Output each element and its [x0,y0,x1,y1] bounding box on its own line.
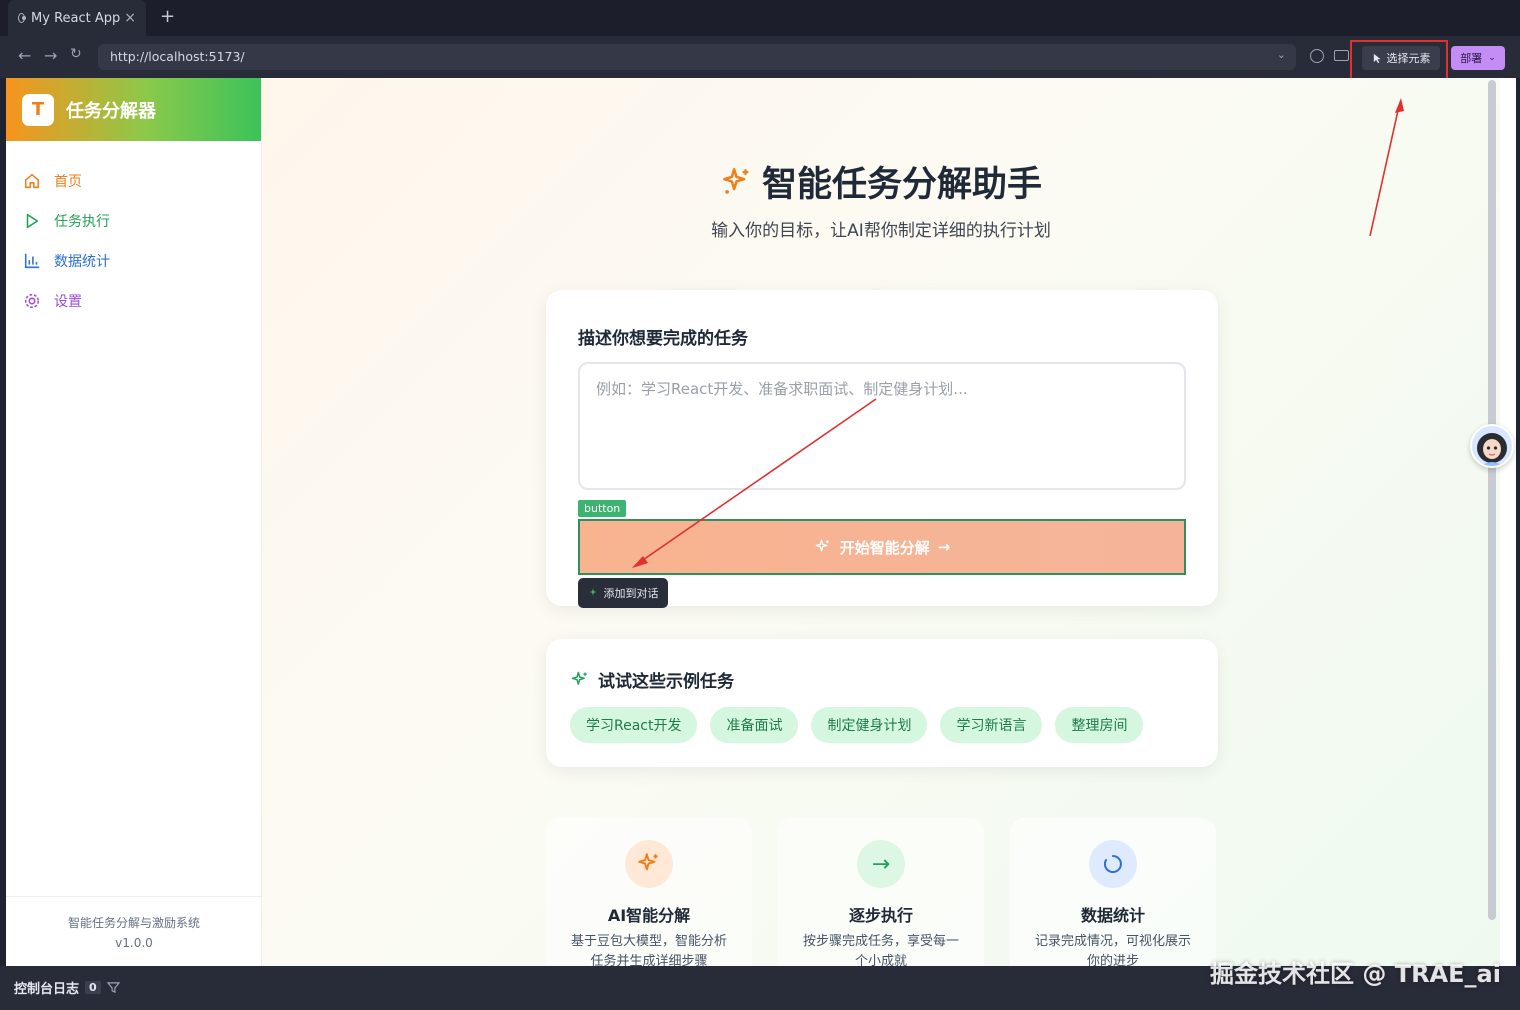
tab-close-icon[interactable]: × [124,10,136,26]
watermark: 掘金技术社区 @ TRAE_ai [1210,960,1501,988]
feature-card-stats: 数据统计 记录完成情况，可视化展示你的进步 [1010,818,1216,966]
sidebar-item-label: 数据统计 [54,254,110,270]
brand-header: T 任务分解器 [6,78,261,141]
start-decompose-button[interactable]: 开始智能分解 → [578,519,1186,575]
gear-icon [22,291,42,311]
example-chip[interactable]: 准备面试 [710,707,799,743]
brand-name: 任务分解器 [66,100,156,122]
app-description: 智能任务分解与激励系统 [67,916,200,930]
feature-title: 逐步执行 [848,906,913,925]
feature-desc: 基于豆包大模型，智能分析任务并生成详细步骤 [570,934,727,966]
forward-arrow-icon[interactable]: → [44,46,57,65]
brand-logo: T [22,93,54,126]
sidebar-item-settings[interactable]: 设置 [6,281,261,321]
filter-icon[interactable] [106,981,120,994]
sidebar-item-home[interactable]: 首页 [6,161,261,201]
task-input-title: 描述你想要完成的任务 [578,329,748,349]
sidebar-item-label: 设置 [54,294,82,310]
arrow-right-icon: → [937,538,951,556]
sparkle-icon [625,840,673,888]
play-icon [22,211,42,231]
page-viewport: T 任务分解器 首页 任务执行 数据统计 设置 智能任务分解与激励系统 v1.0… [6,78,1516,966]
highlight-box [1350,40,1448,83]
url-input[interactable]: http://localhost:5173/ ⌄ [98,44,1296,70]
tab-title: My React App [31,10,121,26]
task-input-card: 描述你想要完成的任务 例如：学习React开发、准备求职面试、制定健身计划...… [546,290,1218,608]
console-count-badge: 0 [85,981,101,994]
feature-desc: 按步骤完成任务，享受每一个小成就 [802,934,959,966]
example-chip[interactable]: 学习新语言 [940,707,1043,743]
browser-tab-bar: My React App × + [0,0,1520,36]
example-chips: 学习React开发 准备面试 制定健身计划 学习新语言 整理房间 [570,707,1144,743]
sidebar-footer: 智能任务分解与激励系统 v1.0.0 [6,896,262,966]
arrow-right-icon: → [857,840,905,888]
deploy-button[interactable]: 部署 ⌄ [1451,46,1505,70]
url-text: http://localhost:5173/ [110,49,245,64]
examples-title: 试试这些示例任务 [570,667,734,692]
element-type-tag: button [578,500,627,517]
feature-title: AI智能分解 [607,906,691,925]
feature-title: 数据统计 [1080,906,1145,925]
eye-icon [18,13,27,23]
back-arrow-icon[interactable]: ← [18,46,31,65]
chevron-down-icon: ⌄ [1488,53,1496,63]
feature-desc: 记录完成情况，可视化展示你的进步 [1034,934,1191,966]
feature-card-exec: → 逐步执行 按步骤完成任务，享受每一个小成就 [778,818,984,966]
new-tab-button[interactable]: + [160,6,175,27]
hero-title: 智能任务分解助手 [262,156,1500,207]
sparkle-icon [571,671,587,685]
chevron-down-icon[interactable]: ⌄ [1277,48,1286,61]
examples-card: 试试这些示例任务 学习React开发 准备面试 制定健身计划 学习新语言 整理房… [546,639,1218,767]
sparkle-icon [722,167,749,194]
home-icon [22,171,42,191]
device-icon[interactable] [1334,50,1349,61]
sidebar-nav: 首页 任务执行 数据统计 设置 [6,161,261,321]
sparkle-icon [815,539,829,552]
example-chip[interactable]: 制定健身计划 [811,707,928,743]
bar-chart-icon [22,251,42,271]
hero-title-text: 智能任务分解助手 [761,165,1042,205]
hero-subtitle: 输入你的目标，让AI帮你制定详细的执行计划 [711,221,1051,241]
sidebar: T 任务分解器 首页 任务执行 数据统计 设置 智能任务分解与激励系统 v1.0… [6,78,262,966]
console-log-toggle[interactable]: 控制台日志 0 [14,978,120,997]
add-to-chat-label: 添加到对话 [603,587,659,600]
example-chip[interactable]: 学习React开发 [570,707,698,743]
sidebar-item-label: 首页 [54,174,82,190]
app-version: v1.0.0 [115,936,153,950]
refresh-icon [1089,840,1137,888]
sidebar-item-label: 任务执行 [54,214,110,230]
console-label: 控制台日志 [14,982,80,997]
sidebar-item-exec[interactable]: 任务执行 [6,201,261,241]
avatar[interactable] [1470,424,1514,468]
browser-tab[interactable]: My React App × [8,0,146,36]
sidebar-item-stats[interactable]: 数据统计 [6,241,261,281]
feature-card-ai: AI智能分解 基于豆包大模型，智能分析任务并生成详细步骤 [546,818,752,966]
sparkle-icon [589,588,596,596]
browser-toolbar: ← → ↻ http://localhost:5173/ ⌄ 选择元素 部署 ⌄ [0,36,1520,78]
task-textarea[interactable]: 例如：学习React开发、准备求职面试、制定健身计划... [578,362,1186,490]
start-button-label: 开始智能分解 [839,538,930,557]
examples-title-text: 试试这些示例任务 [598,672,734,692]
page-scrollbar[interactable] [1488,80,1496,920]
deploy-label: 部署 [1460,52,1483,65]
main-content: 智能任务分解助手 输入你的目标，让AI帮你制定详细的执行计划 描述你想要完成的任… [262,78,1500,966]
target-icon[interactable] [1310,49,1324,63]
example-chip[interactable]: 整理房间 [1055,707,1144,743]
reload-icon[interactable]: ↻ [70,46,82,62]
add-to-chat-button[interactable]: 添加到对话 [578,578,668,608]
